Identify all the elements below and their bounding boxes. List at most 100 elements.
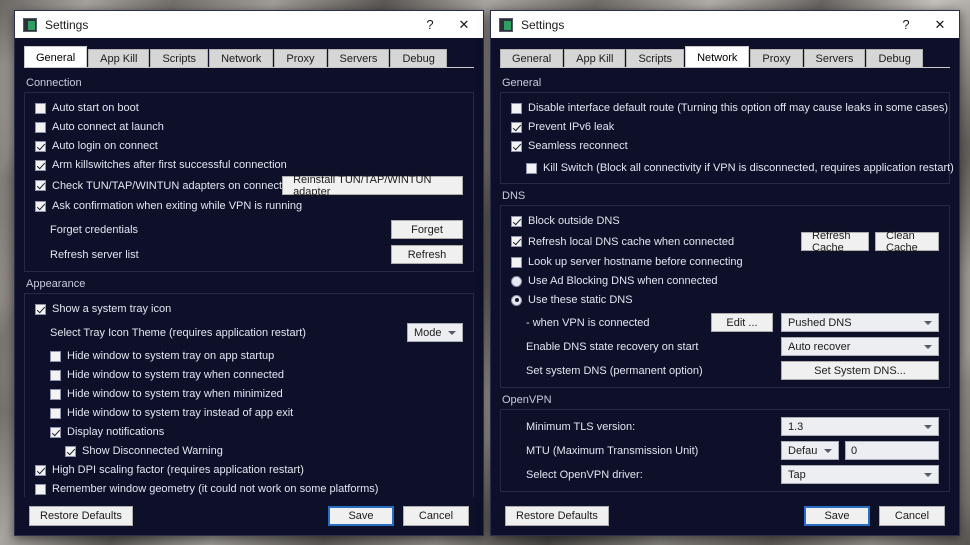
radio-static-dns[interactable] [511,294,522,306]
tab-bar[interactable]: General App Kill Scripts Network Proxy S… [491,38,959,68]
checkbox-remember-geometry[interactable] [35,483,46,495]
option-display-notifications[interactable]: Display notifications [35,424,463,440]
option-show-disconnected-warning[interactable]: Show Disconnected Warning [35,443,463,459]
restore-defaults-button[interactable]: Restore Defaults [29,506,133,526]
option-show-tray-icon[interactable]: Show a system tray icon [35,301,463,317]
tab-general[interactable]: General [24,46,88,68]
openvpn-driver-combo[interactable]: Tap [781,465,939,484]
option-auto-login-on-connect[interactable]: Auto login on connect [35,138,463,154]
checkbox-auto-connect-at-launch[interactable] [35,121,46,133]
save-button[interactable]: Save [328,506,394,526]
checkbox-disable-default-route[interactable] [511,102,522,114]
mtu-value-input[interactable]: 0 [845,441,939,460]
option-seamless-reconnect[interactable]: Seamless reconnect [511,138,939,154]
option-auto-start-on-boot[interactable]: Auto start on boot [35,100,463,116]
tab-bar[interactable]: General App Kill Scripts Network Proxy S… [15,38,483,68]
title-bar[interactable]: Settings ? ✕ [491,11,959,38]
option-ad-blocking-dns[interactable]: Use Ad Blocking DNS when connected [511,273,939,289]
set-system-dns-button[interactable]: Set System DNS... [781,361,939,380]
checkbox-kill-switch[interactable] [526,162,537,174]
tab-proxy[interactable]: Proxy [750,49,803,68]
close-button[interactable]: ✕ [923,12,957,37]
checkbox-refresh-local-dns-cache[interactable] [511,236,522,247]
tab-app-kill[interactable]: App Kill [88,49,150,68]
checkbox-ask-confirmation-exit[interactable] [35,200,46,212]
tab-scripts[interactable]: Scripts [626,49,685,68]
clean-cache-button[interactable]: Clean Cache [875,230,939,254]
help-button[interactable]: ? [889,12,923,37]
tab-general[interactable]: General [500,49,564,68]
option-static-dns[interactable]: Use these static DNS [511,292,939,308]
help-button[interactable]: ? [413,12,447,37]
tab-servers[interactable]: Servers [327,49,390,68]
refresh-cache-button[interactable]: Refresh Cache [801,230,869,254]
label-disable-default-route: Disable interface default route (Turning… [528,102,949,114]
tab-network[interactable]: Network [685,46,750,68]
option-check-adapters[interactable]: Check TUN/TAP/WINTUN adapters on connect… [35,174,463,198]
option-kill-switch[interactable]: Kill Switch (Block all connectivity if V… [511,160,954,176]
checkbox-lookup-hostname[interactable] [511,256,522,268]
chevron-down-icon [924,472,932,477]
option-high-dpi[interactable]: High DPI scaling factor (requires applic… [35,462,463,478]
checkbox-hide-instead-of-exit[interactable] [50,407,61,419]
checkbox-show-tray-icon[interactable] [35,303,46,315]
tab-debug[interactable]: Debug [390,49,447,68]
option-prevent-ipv6-leak[interactable]: Prevent IPv6 leak [511,119,939,135]
option-refresh-local-dns-cache[interactable]: Refresh local DNS cache when connected R… [511,230,939,254]
title-bar[interactable]: Settings ? ✕ [15,11,483,38]
radio-ad-blocking-dns[interactable] [511,275,522,287]
row-forget-credentials: Forget credentials Forget [35,220,463,239]
checkbox-hide-on-startup[interactable] [50,350,61,362]
close-button[interactable]: ✕ [447,12,481,37]
option-lookup-hostname[interactable]: Look up server hostname before connectin… [511,254,939,270]
restore-defaults-button[interactable]: Restore Defaults [505,506,609,526]
checkbox-prevent-ipv6-leak[interactable] [511,121,522,133]
tab-servers[interactable]: Servers [803,49,866,68]
dns-mode-combo[interactable]: Pushed DNS [781,313,939,332]
option-remember-geometry[interactable]: Remember window geometry (it could not w… [35,481,463,497]
checkbox-seamless-reconnect[interactable] [511,140,522,152]
settings-window-network[interactable]: Settings ? ✕ General App Kill Scripts Ne… [490,10,960,536]
tab-app-kill[interactable]: App Kill [564,49,626,68]
option-disable-default-route[interactable]: Disable interface default route (Turning… [511,100,948,116]
checkbox-show-disconnected-warning[interactable] [65,445,76,457]
row-openvpn-driver: Select OpenVPN driver: Tap [511,465,939,484]
checkbox-auto-start-on-boot[interactable] [35,102,46,114]
tab-proxy[interactable]: Proxy [274,49,327,68]
option-hide-when-minimized[interactable]: Hide window to system tray when minimize… [35,386,463,402]
option-hide-instead-of-exit[interactable]: Hide window to system tray instead of ap… [35,405,463,421]
save-button[interactable]: Save [804,506,870,526]
dns-recovery-combo[interactable]: Auto recover [781,337,939,356]
cancel-button[interactable]: Cancel [403,506,469,526]
mtu-mode-combo[interactable]: Default [781,441,839,460]
label-hide-instead-of-exit: Hide window to system tray instead of ap… [67,407,294,419]
checkbox-check-adapters[interactable] [35,180,46,191]
checkbox-arm-killswitches[interactable] [35,159,46,171]
checkbox-hide-when-connected[interactable] [50,369,61,381]
settings-window-general[interactable]: Settings ? ✕ General App Kill Scripts Ne… [14,10,484,536]
checkbox-display-notifications[interactable] [50,426,61,438]
option-ask-confirmation-exit[interactable]: Ask confirmation when exiting while VPN … [35,198,463,214]
label-ad-blocking-dns: Use Ad Blocking DNS when connected [528,275,718,287]
refresh-button[interactable]: Refresh [391,245,463,264]
checkbox-auto-login-on-connect[interactable] [35,140,46,152]
option-auto-connect-at-launch[interactable]: Auto connect at launch [35,119,463,135]
checkbox-block-outside-dns[interactable] [511,215,522,227]
tab-debug[interactable]: Debug [866,49,923,68]
cancel-button[interactable]: Cancel [879,506,945,526]
minimum-tls-version-combo[interactable]: 1.3 [781,417,939,436]
tab-network[interactable]: Network [209,49,274,68]
option-hide-on-startup[interactable]: Hide window to system tray on app startu… [35,348,463,364]
option-block-outside-dns[interactable]: Block outside DNS [511,213,939,229]
checkbox-high-dpi[interactable] [35,464,46,476]
option-hide-when-connected[interactable]: Hide window to system tray when connecte… [35,367,463,383]
forget-button[interactable]: Forget [391,220,463,239]
option-arm-killswitches[interactable]: Arm killswitches after first successful … [35,157,463,173]
tray-icon-theme-combo[interactable]: Modern [407,323,463,342]
edit-dns-button[interactable]: Edit ... [711,313,773,332]
tab-scripts[interactable]: Scripts [150,49,209,68]
checkbox-hide-when-minimized[interactable] [50,388,61,400]
label-dns-state-recovery: Enable DNS state recovery on start [526,340,699,353]
label-minimum-tls-version: Minimum TLS version: [526,420,636,433]
reinstall-adapter-button[interactable]: Reinstall TUN/TAP/WINTUN adapter [282,174,463,198]
